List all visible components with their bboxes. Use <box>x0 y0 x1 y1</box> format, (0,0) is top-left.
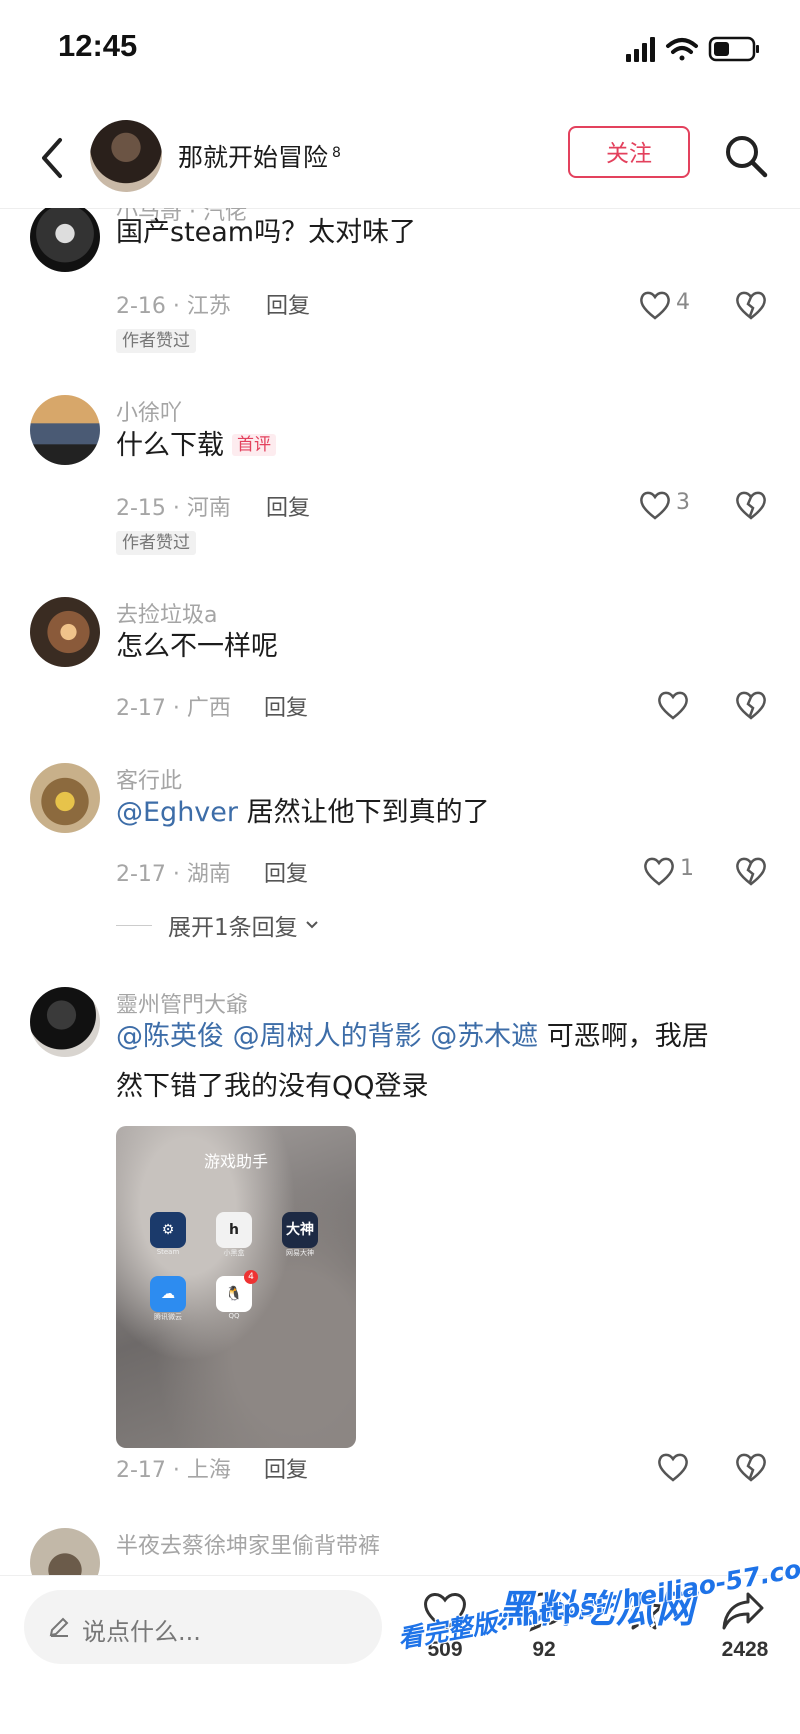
author-liked-text: 作者赞过 <box>116 329 196 353</box>
comment-text: @Eghver 居然让他下到真的了 <box>116 788 490 838</box>
comment-username[interactable]: 半夜去蔡徐坤家里偷背带裤 <box>116 1528 380 1560</box>
reply-button[interactable]: 回复 <box>266 288 310 320</box>
comment-text-body: 居然让他下到真的了 <box>238 797 490 828</box>
comment-avatar[interactable] <box>30 208 100 272</box>
like-heart-icon[interactable] <box>638 488 672 522</box>
comment-item: 小徐吖 什么下载 首评 2-15 · 河南 回复 作者赞过 3 <box>0 390 800 560</box>
author-name[interactable]: 那就开始冒险 8 <box>178 138 341 174</box>
back-arrow-icon[interactable] <box>34 136 70 180</box>
folder-title: 游戏助手 <box>203 1152 268 1171</box>
reply-button[interactable]: 回复 <box>264 690 308 722</box>
dislike-broken-heart-icon[interactable] <box>734 488 768 522</box>
reply-button[interactable]: 回复 <box>266 490 310 522</box>
comment-avatar[interactable] <box>30 987 100 1057</box>
dislike-broken-heart-icon[interactable] <box>734 1450 768 1484</box>
app-qq: 🐧 4 QQ <box>216 1270 264 1320</box>
dislike-broken-heart-icon[interactable] <box>734 288 768 322</box>
comment-text-body: 可恶啊，我居 <box>546 1021 709 1052</box>
comment-image-thumbnail[interactable]: 游戏助手 ⚙ Steam h 小黑盒 大神 网易大神 ☁ 腾讯微云 🐧 4 QQ <box>116 1126 356 1448</box>
mention-link[interactable]: @陈英俊 <box>116 1021 224 1052</box>
comment-text-body: 什么下载 <box>116 430 224 461</box>
app-label: Steam <box>156 1248 180 1256</box>
app-dashen: 大神 网易大神 <box>282 1212 330 1258</box>
comment-input[interactable]: 说点什么... <box>24 1590 382 1664</box>
wifi-icon <box>666 38 698 61</box>
comment-meta: 2-16 · 江苏 <box>116 294 231 319</box>
comment-item: 去捡垃圾a 怎么不一样呢 2-17 · 广西 回复 <box>0 592 800 722</box>
search-icon[interactable] <box>722 132 770 180</box>
comment-meta: 2-17 · 上海 <box>116 1458 231 1483</box>
app-steam: ⚙ Steam <box>150 1212 198 1256</box>
first-comment-badge: 首评 <box>232 434 276 456</box>
comment-item: 小马哥 · 汽佬 国产steam吗？太对味了 2-16 · 江苏 回复 作者赞过… <box>0 208 800 360</box>
steam-icon: ⚙ <box>150 1212 186 1248</box>
app-label: QQ <box>228 1312 240 1320</box>
mention-link[interactable]: @苏木遮 <box>430 1021 538 1052</box>
author-level-badge: 8 <box>332 144 341 161</box>
author-liked-text: 作者赞过 <box>116 531 196 555</box>
expand-replies-label: 展开1条回复 <box>168 915 298 941</box>
like-count: 3 <box>676 490 690 515</box>
comment-text: 怎么不一样呢 <box>116 631 278 662</box>
comment-item: 客行此 @Eghver 居然让他下到真的了 2-17 · 湖南 回复 1 展开1… <box>0 758 800 948</box>
like-heart-icon[interactable] <box>656 688 690 722</box>
profile-header: 那就开始冒险 8 关注 <box>0 110 800 209</box>
comment-text: 国产steam吗？太对味了 <box>116 217 417 248</box>
mention-link[interactable]: @周树人的背影 <box>233 1021 422 1052</box>
author-name-text: 那就开始冒险 <box>178 143 329 172</box>
like-count: 1 <box>680 856 694 881</box>
like-heart-icon[interactable] <box>638 288 672 322</box>
app-label: 小黑盒 <box>223 1249 245 1257</box>
signal-icon <box>626 37 655 62</box>
comment-avatar[interactable] <box>30 597 100 667</box>
follow-button[interactable]: 关注 <box>568 126 690 178</box>
comment-meta: 2-15 · 河南 <box>116 496 231 521</box>
comment-avatar[interactable] <box>30 395 100 465</box>
dashen-icon: 大神 <box>282 1212 318 1248</box>
like-heart-icon[interactable] <box>642 854 676 888</box>
xiaoheihe-icon: h <box>216 1212 252 1248</box>
comment-text-line2: 然下错了我的没有QQ登录 <box>116 1071 429 1102</box>
like-heart-icon[interactable] <box>656 1450 690 1484</box>
comment-input-placeholder: 说点什么... <box>82 1618 201 1646</box>
status-time: 12:45 <box>58 28 138 63</box>
comment-meta: 2-17 · 广西 <box>116 696 231 721</box>
app-xiaoheihe: h 小黑盒 <box>216 1212 264 1258</box>
like-count: 4 <box>676 290 690 315</box>
tencent-cloud-icon: ☁ <box>150 1276 186 1312</box>
app-label: 网易大神 <box>286 1249 314 1257</box>
author-liked-badge: 作者赞过 <box>116 528 196 555</box>
comment-item: 半夜去蔡徐坤家里偷背带裤 <box>0 1526 800 1575</box>
chevron-down-icon <box>305 921 318 929</box>
comment-text: 什么下载 首评 <box>116 420 276 471</box>
dislike-broken-heart-icon[interactable] <box>734 854 768 888</box>
author-avatar[interactable] <box>90 120 162 192</box>
dislike-broken-heart-icon[interactable] <box>734 688 768 722</box>
battery-icon <box>708 36 759 62</box>
comment-count: 92 <box>532 1638 556 1661</box>
status-icons <box>626 36 759 62</box>
app-tencent-cloud: ☁ 腾讯微云 <box>150 1276 198 1322</box>
comment-meta: 2-17 · 湖南 <box>116 862 231 887</box>
comment-text: @陈英俊 @周树人的背影 @苏木遮 可恶啊，我居 <box>116 1012 756 1062</box>
app-label: 腾讯微云 <box>154 1313 182 1321</box>
author-liked-badge: 作者赞过 <box>116 326 196 353</box>
expand-divider <box>116 924 152 926</box>
reply-button[interactable]: 回复 <box>264 1452 308 1484</box>
share-count: 2428 <box>721 1638 769 1661</box>
notification-badge: 4 <box>244 1270 258 1284</box>
reply-button[interactable]: 回复 <box>264 856 308 888</box>
expand-replies[interactable]: 展开1条回复 <box>116 908 320 942</box>
mention-link[interactable]: @Eghver <box>116 797 238 828</box>
comment-avatar[interactable] <box>30 763 100 833</box>
pencil-icon <box>49 1617 69 1637</box>
comment-avatar[interactable] <box>30 1528 100 1575</box>
